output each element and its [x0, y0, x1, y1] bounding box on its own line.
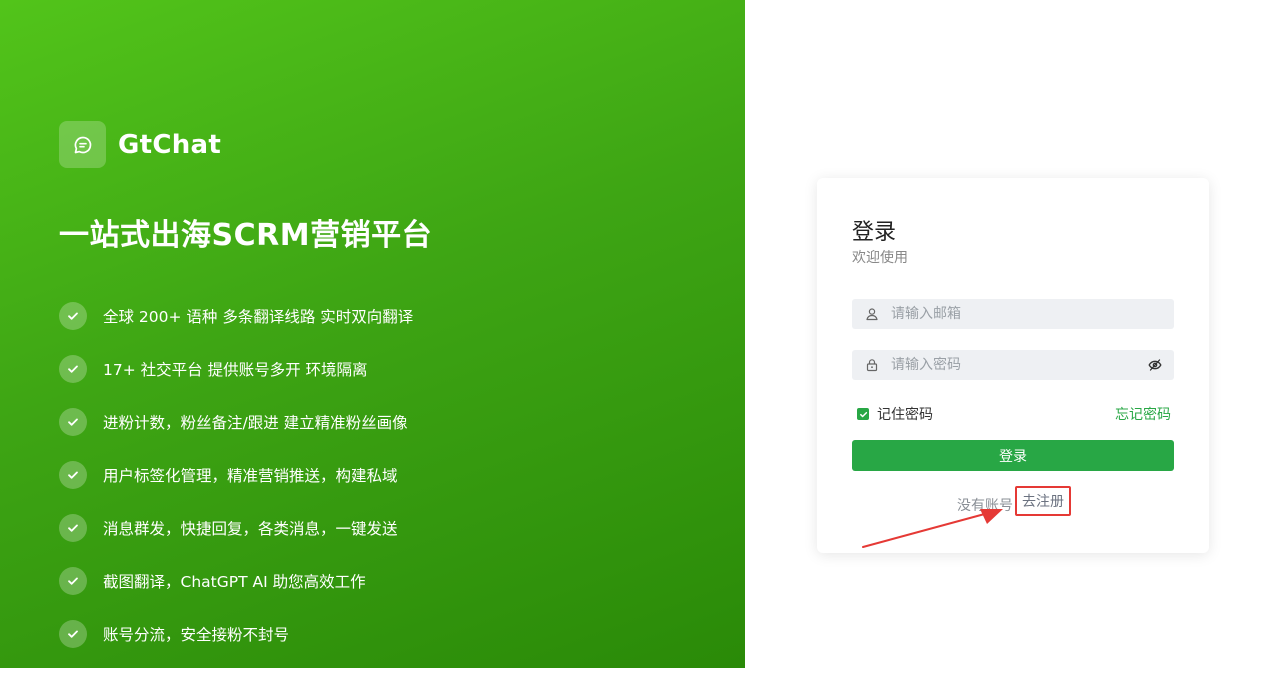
- feature-item: 消息群发，快捷回复，各类消息，一键发送: [59, 514, 413, 542]
- password-field-wrapper: [852, 350, 1174, 380]
- chat-bubble-icon: [74, 136, 91, 153]
- user-icon: [866, 308, 878, 321]
- password-input[interactable]: [889, 356, 1133, 374]
- feature-text: 进粉计数，粉丝备注/跟进 建立精准粉丝画像: [103, 414, 408, 432]
- headline: 一站式出海SCRM营销平台: [59, 218, 433, 253]
- check-icon: [59, 302, 87, 330]
- check-icon: [59, 514, 87, 542]
- feature-text: 消息群发，快捷回复，各类消息，一键发送: [103, 520, 398, 538]
- feature-text: 截图翻译，ChatGPT AI 助您高效工作: [103, 573, 366, 591]
- remember-password-label: 记住密码: [877, 407, 933, 423]
- email-field-wrapper: [852, 299, 1174, 329]
- feature-text: 17+ 社交平台 提供账号多开 环境隔离: [103, 361, 368, 379]
- brand-name: GtChat: [118, 129, 222, 160]
- feature-item: 截图翻译，ChatGPT AI 助您高效工作: [59, 567, 413, 595]
- feature-item: 全球 200+ 语种 多条翻译线路 实时双向翻译: [59, 302, 413, 330]
- login-subtitle: 欢迎使用: [852, 250, 908, 266]
- logo: [59, 121, 106, 168]
- login-title: 登录: [852, 220, 897, 245]
- brand: GtChat: [59, 121, 221, 168]
- feature-item: 用户标签化管理，精准营销推送，构建私域: [59, 461, 413, 489]
- check-icon: [59, 620, 87, 648]
- email-input[interactable]: [889, 305, 1133, 323]
- checkbox-checked-icon: [857, 408, 869, 420]
- login-button[interactable]: 登录: [852, 440, 1174, 471]
- check-icon: [59, 567, 87, 595]
- feature-text: 用户标签化管理，精准营销推送，构建私域: [103, 467, 398, 485]
- register-link[interactable]: 去注册: [1015, 486, 1071, 516]
- login-card: 登录 欢迎使用 记住密码 忘记密码 登录 没有账号 去注册: [817, 178, 1209, 553]
- remember-password-checkbox[interactable]: 记住密码: [857, 404, 933, 424]
- feature-item: 进粉计数，粉丝备注/跟进 建立精准粉丝画像: [59, 408, 413, 436]
- eye-off-icon[interactable]: [1148, 358, 1162, 372]
- forgot-password-link[interactable]: 忘记密码: [1115, 404, 1171, 424]
- feature-list: 全球 200+ 语种 多条翻译线路 实时双向翻译 17+ 社交平台 提供账号多开…: [59, 302, 413, 673]
- feature-item: 17+ 社交平台 提供账号多开 环境隔离: [59, 355, 413, 383]
- feature-item: 账号分流，安全接粉不封号: [59, 620, 413, 648]
- feature-text: 全球 200+ 语种 多条翻译线路 实时双向翻译: [103, 308, 414, 326]
- lock-icon: [866, 359, 878, 372]
- check-icon: [59, 461, 87, 489]
- check-icon: [59, 355, 87, 383]
- no-account-text: 没有账号: [957, 498, 1013, 514]
- feature-text: 账号分流，安全接粉不封号: [103, 626, 290, 644]
- check-icon: [59, 408, 87, 436]
- promo-panel: GtChat 一站式出海SCRM营销平台 全球 200+ 语种 多条翻译线路 实…: [0, 0, 745, 668]
